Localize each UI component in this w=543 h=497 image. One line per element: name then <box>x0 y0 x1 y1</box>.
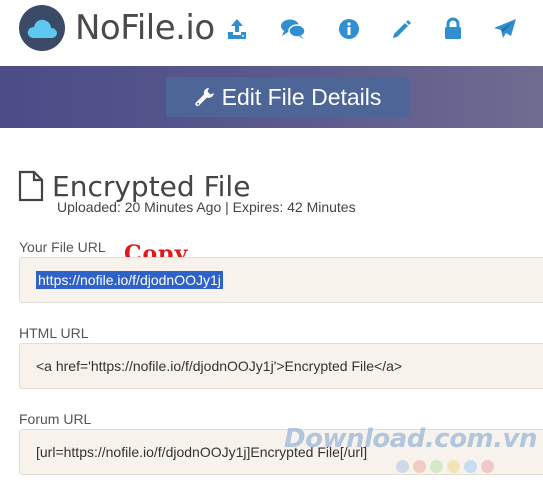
html-url-field[interactable]: <a href='https://nofile.io/f/djodnOOJy1j… <box>19 343 543 389</box>
watermark: Download.com.vn <box>284 424 537 454</box>
file-url-value[interactable]: https://nofile.io/f/djodnOOJy1j <box>36 271 223 289</box>
paper-plane-icon[interactable] <box>490 14 520 44</box>
upload-icon[interactable] <box>222 14 252 44</box>
wrench-icon <box>194 87 214 107</box>
lock-icon[interactable] <box>438 14 468 44</box>
html-url-value[interactable]: <a href='https://nofile.io/f/djodnOOJy1j… <box>36 358 402 374</box>
html-url-label: HTML URL <box>19 325 89 341</box>
edit-file-details-button[interactable]: Edit File Details <box>166 77 409 117</box>
watermark-dots <box>396 460 494 473</box>
file-meta: Uploaded: 20 Minutes Ago | Expires: 42 M… <box>57 199 356 215</box>
site-logo-text[interactable]: NoFile.io <box>75 8 215 48</box>
edit-file-details-label: Edit File Details <box>221 83 382 110</box>
file-url-label: Your File URL <box>19 239 106 255</box>
cloud-logo-icon[interactable] <box>19 5 65 51</box>
page-banner: Edit File Details <box>0 66 543 128</box>
info-icon[interactable] <box>334 14 364 44</box>
document-icon <box>18 170 44 207</box>
file-url-field[interactable]: https://nofile.io/f/djodnOOJy1j <box>19 257 543 303</box>
pencil-icon[interactable] <box>387 14 417 44</box>
chat-icon[interactable] <box>278 14 308 44</box>
top-navbar: NoFile.io <box>0 0 543 66</box>
forum-url-label: Forum URL <box>19 411 92 427</box>
